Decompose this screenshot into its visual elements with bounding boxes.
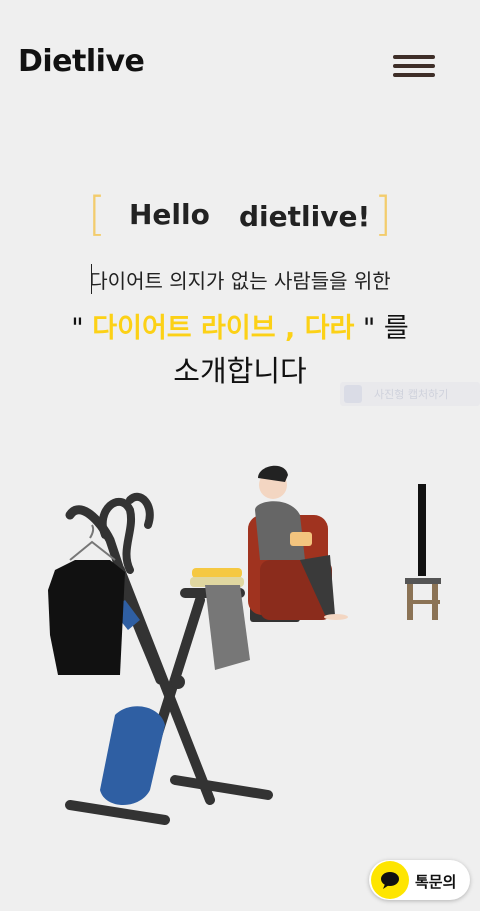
quote-open: " xyxy=(71,313,84,344)
capture-icon xyxy=(344,385,362,403)
hero-line-2: " 다이어트 라이브 , 다라 " 를 xyxy=(0,306,480,345)
quote-close: " 를 xyxy=(362,313,409,344)
highlight-text: 다이어트 라이브 , 다라 xyxy=(92,313,355,344)
kakao-chat-button[interactable]: 톡문의 xyxy=(369,860,470,900)
capture-tooltip: 사진형 캡처하기 xyxy=(340,382,480,406)
site-logo[interactable]: Dietlive xyxy=(18,44,145,79)
kakao-chat-label: 톡문의 xyxy=(415,873,457,891)
hero-subtitle: 다이어트 의지가 없는 사람들을 위한 xyxy=(89,269,391,293)
hello-text: Hello xyxy=(129,198,210,231)
person-watching-tv-illustration xyxy=(48,465,441,825)
bracket-right: ] xyxy=(374,187,392,241)
tv-stand xyxy=(405,484,441,620)
brand-text: dietlive! xyxy=(239,200,371,233)
kakao-chat-icon xyxy=(371,861,409,899)
hamburger-menu-icon[interactable] xyxy=(393,55,435,79)
bracket-left: [ xyxy=(88,187,106,241)
capture-tooltip-text: 사진형 캡처하기 xyxy=(374,388,449,401)
hero-title: [ Hello dietlive! ] xyxy=(0,187,480,241)
